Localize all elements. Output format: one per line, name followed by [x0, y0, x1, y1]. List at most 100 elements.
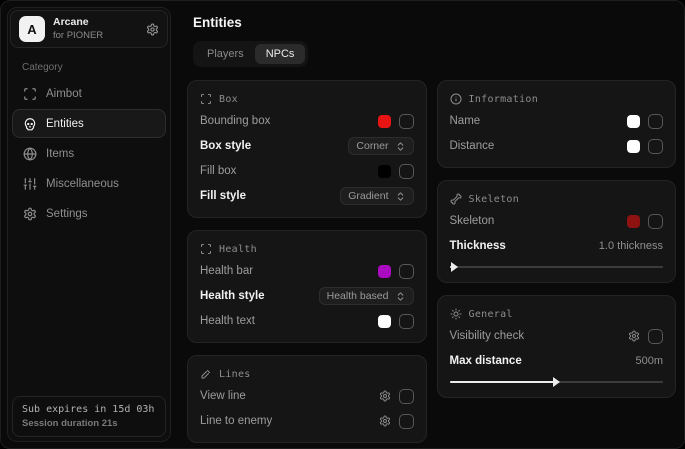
health-card-header: Health	[200, 243, 414, 255]
select-value: Health based	[327, 290, 389, 302]
box-card-header: Box	[200, 93, 414, 105]
sidebar-item-label: Entities	[46, 118, 84, 130]
color-swatch[interactable]	[627, 140, 640, 153]
color-swatch[interactable]	[378, 115, 391, 128]
lines-card-header: Lines	[200, 368, 414, 380]
card-title: Health	[219, 244, 257, 255]
slider-track	[450, 266, 664, 268]
box-select-icon	[200, 243, 212, 255]
color-swatch[interactable]	[378, 165, 391, 178]
setting-row-line-to-enemy: Line to enemy	[200, 410, 414, 432]
gear-icon[interactable]	[146, 23, 159, 36]
setting-row-fill-style: Fill style Gradient	[200, 185, 414, 207]
health-style-select[interactable]: Health based	[319, 287, 414, 305]
max-distance-slider[interactable]	[450, 377, 664, 387]
box-card: Box Bounding box Box style Corner	[187, 80, 427, 218]
distance-checkbox[interactable]	[648, 139, 663, 154]
card-title: Box	[219, 94, 238, 105]
setting-row-thickness: Thickness 1.0 thickness	[450, 235, 664, 257]
gear-icon[interactable]	[628, 330, 640, 342]
name-checkbox[interactable]	[648, 114, 663, 129]
fill-box-checkbox[interactable]	[399, 164, 414, 179]
setting-row-health-style: Health style Health based	[200, 285, 414, 307]
fill-style-select[interactable]: Gradient	[340, 187, 413, 205]
brand-text: Arcane for PIONER	[53, 17, 103, 41]
setting-row-box-style: Box style Corner	[200, 135, 414, 157]
health-bar-checkbox[interactable]	[399, 264, 414, 279]
setting-row-name: Name	[450, 110, 664, 132]
color-swatch[interactable]	[378, 265, 391, 278]
left-column: Box Bounding box Box style Corner	[187, 80, 427, 443]
sidebar-item-miscellaneous[interactable]: Miscellaneous	[12, 169, 166, 198]
sidebar-item-items[interactable]: Items	[12, 139, 166, 168]
sidebar-nav: Aimbot Entities Items Miscellaneous Sett…	[10, 79, 168, 228]
session-duration-text: Session duration 21s	[22, 418, 156, 429]
setting-label: Fill style	[200, 190, 246, 202]
card-title: Information	[469, 94, 539, 105]
visibility-check-checkbox[interactable]	[648, 329, 663, 344]
line-to-enemy-checkbox[interactable]	[399, 414, 414, 429]
sidebar-item-entities[interactable]: Entities	[12, 109, 166, 138]
color-swatch[interactable]	[378, 315, 391, 328]
setting-row-fill-box: Fill box	[200, 160, 414, 182]
sidebar-item-aimbot[interactable]: Aimbot	[12, 79, 166, 108]
color-swatch[interactable]	[627, 215, 640, 228]
health-card: Health Health bar Health style Health ba…	[187, 230, 427, 343]
globe-icon	[23, 147, 37, 161]
sliders-icon	[23, 177, 37, 191]
gear-icon[interactable]	[379, 390, 391, 402]
setting-row-max-distance: Max distance 500m	[450, 350, 664, 372]
setting-row-health-text: Health text	[200, 310, 414, 332]
sidebar-item-label: Aimbot	[46, 88, 82, 100]
logo-letter: A	[27, 22, 36, 37]
setting-label: Health style	[200, 290, 265, 302]
setting-row-skeleton: Skeleton	[450, 210, 664, 232]
tab-players[interactable]: Players	[196, 44, 255, 64]
chevrons-up-down-icon	[395, 191, 406, 202]
view-line-checkbox[interactable]	[399, 389, 414, 404]
general-card-header: General	[450, 308, 664, 320]
gear-icon[interactable]	[379, 415, 391, 427]
setting-label: Name	[450, 115, 481, 127]
box-style-select[interactable]: Corner	[348, 137, 413, 155]
general-card: General Visibility check Max distance 50…	[437, 295, 677, 398]
sidebar: A Arcane for PIONER Category Aimbot Enti…	[7, 7, 171, 442]
tab-npcs[interactable]: NPCs	[255, 44, 306, 64]
sub-expiry-text: Sub expires in 15d 03h	[22, 404, 156, 415]
setting-row-view-line: View line	[200, 385, 414, 407]
skull-icon	[23, 117, 37, 131]
app-subtitle: for PIONER	[53, 30, 103, 41]
box-select-icon	[200, 93, 212, 105]
entity-tabs: Players NPCs	[193, 41, 308, 67]
skeleton-checkbox[interactable]	[648, 214, 663, 229]
app-name: Arcane	[53, 17, 103, 29]
thickness-slider[interactable]	[450, 262, 664, 272]
health-text-checkbox[interactable]	[399, 314, 414, 329]
app-window: A Arcane for PIONER Category Aimbot Enti…	[0, 0, 685, 449]
pencil-icon	[200, 368, 212, 380]
app-logo: A	[19, 16, 45, 42]
setting-row-bounding-box: Bounding box	[200, 110, 414, 132]
info-icon	[450, 93, 462, 105]
category-label: Category	[22, 62, 168, 73]
sidebar-item-label: Settings	[46, 208, 88, 220]
gear-icon	[23, 207, 37, 221]
setting-label: Fill box	[200, 165, 236, 177]
information-card-header: Information	[450, 93, 664, 105]
slider-handle[interactable]	[451, 262, 458, 272]
skeleton-card: Skeleton Skeleton Thickness 1.0 thicknes…	[437, 180, 677, 283]
right-column: Information Name Distance	[437, 80, 677, 443]
skeleton-card-header: Skeleton	[450, 193, 664, 205]
sun-icon	[450, 308, 462, 320]
bounding-box-checkbox[interactable]	[399, 114, 414, 129]
setting-label: Visibility check	[450, 330, 525, 342]
slider-handle[interactable]	[553, 377, 560, 387]
setting-label: Thickness	[450, 240, 506, 252]
brand-card: A Arcane for PIONER	[10, 10, 168, 48]
card-title: General	[469, 309, 513, 320]
cards-grid: Box Bounding box Box style Corner	[187, 80, 676, 443]
setting-label: Max distance	[450, 355, 522, 367]
sidebar-item-settings[interactable]: Settings	[12, 199, 166, 228]
color-swatch[interactable]	[627, 115, 640, 128]
page-title: Entities	[193, 15, 676, 30]
